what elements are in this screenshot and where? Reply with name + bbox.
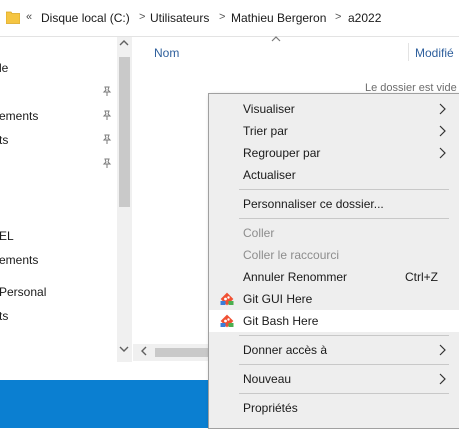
context-menu: Visualiser Trier par Regrouper par Actua…: [208, 93, 459, 429]
pin-icon[interactable]: [102, 110, 112, 120]
menu-item-label: Trier par: [243, 124, 288, 138]
folder-icon: [6, 11, 20, 24]
nav-scrollbar[interactable]: [117, 37, 132, 362]
menu-item-nouveau[interactable]: Nouveau: [209, 368, 459, 390]
menu-item-label: Git GUI Here: [243, 292, 313, 306]
chevron-down-icon[interactable]: [119, 345, 129, 353]
menu-separator: [239, 364, 449, 365]
menu-item-visualiser[interactable]: Visualiser: [209, 98, 459, 120]
nav-item[interactable]: ts: [0, 130, 8, 150]
chevron-right-icon: [439, 344, 446, 356]
menu-item-personnaliser[interactable]: Personnaliser ce dossier...: [209, 193, 459, 215]
breadcrumb-separator-icon[interactable]: >: [219, 11, 225, 23]
horizontal-scrollbar[interactable]: [133, 344, 209, 361]
pin-icon[interactable]: [102, 134, 112, 144]
nav-item[interactable]: Personal: [0, 282, 46, 302]
menu-item-proprietes[interactable]: Propriétés: [209, 397, 459, 419]
menu-item-label: Propriétés: [243, 401, 298, 415]
menu-item-label: Actualiser: [243, 168, 296, 182]
chevron-right-icon: [439, 373, 446, 385]
pin-icon[interactable]: [102, 86, 112, 96]
menu-item-trier-par[interactable]: Trier par: [209, 120, 459, 142]
nav-item[interactable]: EL: [0, 226, 14, 246]
menu-item-label: Nouveau: [243, 372, 292, 386]
breadcrumb-a2022[interactable]: a2022: [348, 11, 381, 25]
breadcrumb-separator-icon[interactable]: >: [139, 11, 145, 23]
menu-item-donner-acces[interactable]: Donner accès à: [209, 339, 459, 361]
nav-item[interactable]: ements: [0, 106, 38, 126]
menu-item-label: Coller: [243, 226, 275, 240]
breadcrumb-overflow[interactable]: «: [26, 11, 32, 23]
pin-icon[interactable]: [102, 158, 112, 168]
menu-item-label: Donner accès à: [243, 343, 328, 357]
chevron-right-icon: [439, 125, 446, 137]
column-divider[interactable]: [408, 43, 409, 61]
menu-item-label: Git Bash Here: [243, 314, 319, 328]
navigation-pane: le ements ts EL ements Personal ts: [0, 37, 118, 380]
breadcrumb-user[interactable]: Mathieu Bergeron: [231, 11, 326, 25]
menu-item-label: Coller le raccourci: [243, 248, 340, 262]
menu-item-coller-raccourci: Coller le raccourci: [209, 244, 459, 266]
menu-item-label: Visualiser: [243, 102, 295, 116]
nav-item[interactable]: ts: [0, 306, 8, 326]
column-header-name[interactable]: Nom: [154, 46, 179, 60]
chevron-right-icon: [439, 147, 446, 159]
menu-separator: [239, 393, 449, 394]
menu-separator: [239, 218, 449, 219]
column-header-modified[interactable]: Modifié: [415, 46, 454, 60]
menu-item-git-gui[interactable]: Git GUI Here: [209, 288, 459, 310]
menu-item-actualiser[interactable]: Actualiser: [209, 164, 459, 186]
menu-item-label: Annuler Renommer: [243, 270, 348, 284]
menu-item-label: Personnaliser ce dossier...: [243, 197, 384, 211]
menu-shortcut: Ctrl+Z: [405, 270, 438, 284]
breadcrumb-disque-local[interactable]: Disque local (C:): [41, 11, 130, 25]
address-bar[interactable]: « Disque local (C:) > Utilisateurs > Mat…: [0, 0, 459, 37]
git-icon: [220, 314, 234, 328]
chevron-left-icon[interactable]: [140, 345, 148, 357]
nav-item[interactable]: le: [0, 58, 8, 78]
menu-item-regrouper-par[interactable]: Regrouper par: [209, 142, 459, 164]
menu-item-git-bash[interactable]: Git Bash Here: [209, 310, 459, 332]
menu-separator: [239, 335, 449, 336]
menu-item-label: Regrouper par: [243, 146, 321, 160]
git-icon: [220, 292, 234, 306]
breadcrumb-separator-icon[interactable]: >: [335, 11, 341, 23]
menu-item-annuler-renommer[interactable]: Annuler Renommer Ctrl+Z: [209, 266, 459, 288]
chevron-right-icon: [439, 103, 446, 115]
nav-item[interactable]: ements: [0, 250, 38, 270]
nav-scrollbar-thumb[interactable]: [119, 57, 130, 207]
menu-item-coller: Coller: [209, 222, 459, 244]
horizontal-scrollbar-thumb[interactable]: [155, 348, 209, 357]
breadcrumb-utilisateurs[interactable]: Utilisateurs: [150, 11, 209, 25]
chevron-up-icon[interactable]: [119, 39, 129, 47]
sort-ascending-icon: [271, 36, 281, 42]
menu-separator: [239, 189, 449, 190]
